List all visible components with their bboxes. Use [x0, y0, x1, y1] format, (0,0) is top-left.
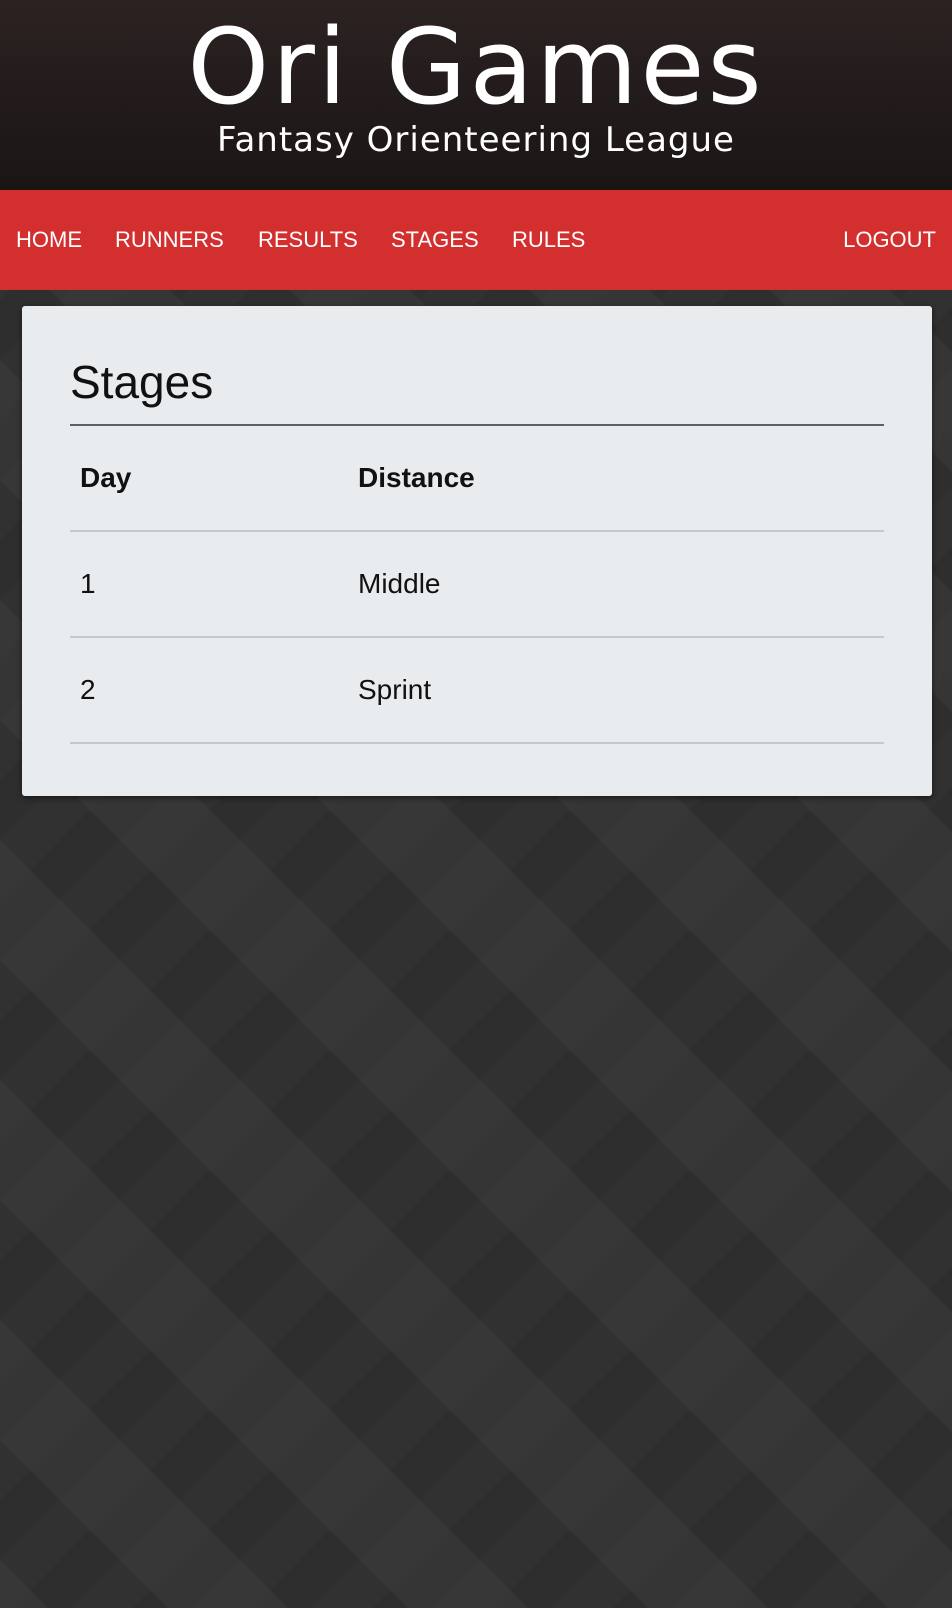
distance-cell: Sprint: [358, 674, 432, 705]
nav-results-link[interactable]: RESULTS: [258, 190, 358, 290]
column-header-distance: Distance: [358, 462, 475, 493]
column-header-day: Day: [80, 462, 132, 493]
distance-cell: Middle: [358, 568, 441, 599]
site-subtitle: Fantasy Orienteering League: [217, 120, 735, 160]
day-cell: 2: [80, 674, 96, 705]
stages-card: Stages Day Distance 1 Middle 2 Sprint: [22, 306, 932, 796]
table-header-row: Day Distance: [70, 426, 884, 532]
main-navigation: HOME RUNNERS RESULTS STAGES RULES LOGOUT: [0, 190, 952, 290]
day-cell: 1: [80, 568, 96, 599]
nav-rules-link[interactable]: RULES: [512, 190, 585, 290]
nav-home-link[interactable]: HOME: [16, 190, 82, 290]
table-row: 2 Sprint: [70, 638, 884, 744]
nav-stages-link[interactable]: STAGES: [391, 190, 479, 290]
site-header: Ori Games Fantasy Orienteering League: [0, 0, 952, 190]
page-title: Stages: [70, 354, 884, 426]
stages-table: Day Distance 1 Middle 2 Sprint: [70, 426, 884, 744]
site-title: Ori Games: [187, 6, 765, 128]
nav-runners-link[interactable]: RUNNERS: [115, 190, 224, 290]
table-row: 1 Middle: [70, 532, 884, 638]
nav-logout-link[interactable]: LOGOUT: [843, 190, 936, 290]
